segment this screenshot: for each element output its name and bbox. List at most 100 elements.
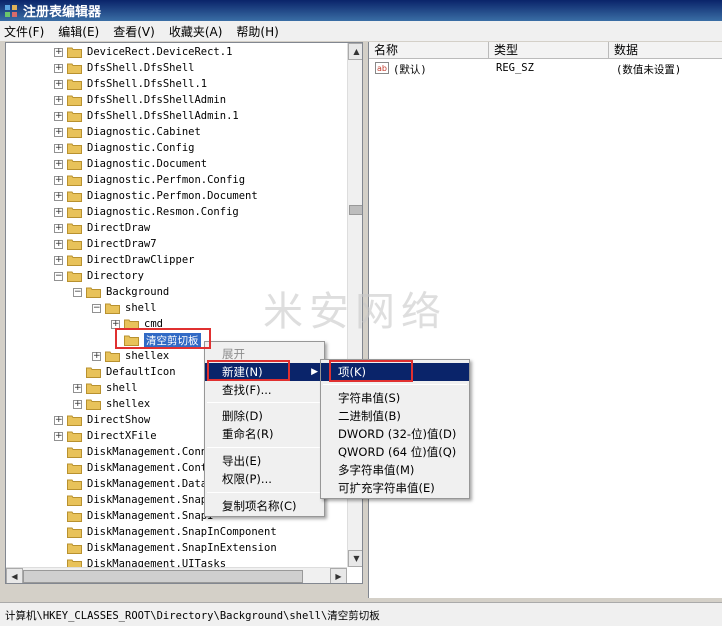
scroll-down-button[interactable]: ▼ xyxy=(348,550,362,567)
tree-node[interactable]: + DfsShell.DfsShellAdmin.1 xyxy=(54,108,239,124)
menu-favorites[interactable]: 收藏夹(A) xyxy=(169,23,223,40)
expand-icon[interactable]: + xyxy=(54,47,63,57)
horizontal-scroll-thumb[interactable] xyxy=(23,570,303,583)
column-header-data[interactable]: 数据 xyxy=(609,42,722,59)
submenu-item-dword-value[interactable]: DWORD (32-位)值(D) xyxy=(321,425,469,443)
tree-node[interactable]: + shell xyxy=(73,380,138,396)
menu-item-copy-key-name[interactable]: 复制项名称(C) xyxy=(205,497,324,515)
tree-node[interactable]: + DirectXFile xyxy=(54,428,157,444)
tree-node[interactable]: + cmd xyxy=(111,316,163,332)
expand-icon[interactable]: + xyxy=(54,239,63,249)
tree-node[interactable]: + DirectDraw xyxy=(54,220,150,236)
scroll-up-button[interactable]: ▲ xyxy=(348,43,362,60)
submenu-item-qword-value[interactable]: QWORD (64 位)值(Q) xyxy=(321,443,469,461)
folder-icon xyxy=(67,527,82,538)
tree-node[interactable]: + Diagnostic.Perfmon.Config xyxy=(54,172,245,188)
menu-item-export[interactable]: 导出(E) xyxy=(205,452,324,470)
tree-node[interactable]: DiskManagement.SnapInComponent xyxy=(54,524,277,540)
tree-node[interactable]: + DfsShell.DfsShell xyxy=(54,60,194,76)
tree-node[interactable]: + shellex xyxy=(73,396,150,412)
value-data: (数值未设置) xyxy=(616,64,682,76)
expand-icon[interactable]: + xyxy=(54,111,63,121)
expand-icon[interactable]: + xyxy=(54,175,63,185)
tree-node[interactable]: + DfsShell.DfsShell.1 xyxy=(54,76,207,92)
menu-separator xyxy=(207,447,322,448)
tree-node-label: DirectXFile xyxy=(87,430,157,442)
tree-node-label: DirectDrawClipper xyxy=(87,254,195,266)
tree-node[interactable]: − Background xyxy=(73,284,169,300)
column-header-name[interactable]: 名称 xyxy=(369,42,489,59)
submenu-item-binary-value[interactable]: 二进制值(B) xyxy=(321,407,469,425)
tree-node[interactable]: + DirectDrawClipper xyxy=(54,252,194,268)
tree-node[interactable]: + Diagnostic.Config xyxy=(54,140,194,156)
scroll-left-button[interactable]: ◀ xyxy=(6,568,23,583)
folder-icon xyxy=(67,495,82,506)
tree-node[interactable]: + Diagnostic.Resmon.Config xyxy=(54,204,239,220)
tree-node-label: DiskManagement.Data xyxy=(87,478,208,490)
folder-icon xyxy=(67,159,82,170)
expand-icon[interactable]: + xyxy=(54,207,63,217)
menu-help[interactable]: 帮助(H) xyxy=(236,23,278,40)
expand-icon[interactable]: + xyxy=(54,223,63,233)
expand-icon[interactable]: + xyxy=(54,95,63,105)
scroll-right-button[interactable]: ▶ xyxy=(330,568,347,583)
menu-item-permissions[interactable]: 权限(P)... xyxy=(205,470,324,488)
tree-node[interactable]: + DirectShow xyxy=(54,412,150,428)
tree-node-label: DiskManagement.Contr xyxy=(87,462,214,474)
expand-icon[interactable]: + xyxy=(92,351,101,361)
tree-node[interactable]: − Directory xyxy=(54,268,144,284)
tree-node[interactable]: + DeviceRect.DeviceRect.1 xyxy=(54,44,232,60)
menu-item-rename[interactable]: 重命名(R) xyxy=(205,425,324,443)
submenu-item-expandable-string-value[interactable]: 可扩充字符串值(E) xyxy=(321,479,469,497)
folder-icon xyxy=(67,207,82,218)
tree-horizontal-scrollbar[interactable]: ◀ ▶ xyxy=(6,567,347,583)
tree-node[interactable]: + DirectDraw7 xyxy=(54,236,157,252)
tree-node[interactable]: DefaultIcon xyxy=(73,364,176,380)
menu-file[interactable]: 文件(F) xyxy=(4,23,44,40)
expand-icon[interactable]: + xyxy=(54,159,63,169)
tree-node[interactable]: DiskManagement.SnapI xyxy=(54,508,213,524)
scroll-thumb[interactable] xyxy=(349,205,362,215)
tree-node[interactable]: + Diagnostic.Perfmon.Document xyxy=(54,188,258,204)
menu-edit[interactable]: 编辑(E) xyxy=(58,23,99,40)
submenu-item-key[interactable]: 项(K) xyxy=(321,363,469,381)
list-item[interactable]: ab (默认) REG_SZ (数值未设置) xyxy=(369,60,722,78)
expand-icon[interactable]: + xyxy=(54,143,63,153)
tree-node[interactable]: DiskManagement.SnapI xyxy=(54,492,213,508)
collapse-icon[interactable]: − xyxy=(73,287,82,297)
tree-node[interactable]: 清空剪切板 xyxy=(111,332,201,348)
tree-node[interactable]: DiskManagement.Contr xyxy=(54,460,213,476)
column-header-type[interactable]: 类型 xyxy=(489,42,609,59)
menu-item-new[interactable]: 新建(N) ▶ xyxy=(205,363,324,381)
tree-node[interactable]: + Diagnostic.Document xyxy=(54,156,207,172)
watermark: 米安网络 xyxy=(263,289,447,335)
menu-item-expand[interactable]: 展开 xyxy=(205,345,324,363)
expand-icon[interactable]: + xyxy=(54,63,63,73)
expand-icon[interactable]: + xyxy=(111,319,120,329)
folder-icon xyxy=(67,47,82,58)
expand-icon[interactable]: + xyxy=(54,191,63,201)
tree-node[interactable]: + shellex xyxy=(92,348,169,364)
expand-icon[interactable]: + xyxy=(54,127,63,137)
menu-item-delete[interactable]: 删除(D) xyxy=(205,407,324,425)
collapse-icon[interactable]: − xyxy=(54,271,63,281)
submenu-item-multi-string-value[interactable]: 多字符串值(M) xyxy=(321,461,469,479)
submenu-item-string-value[interactable]: 字符串值(S) xyxy=(321,389,469,407)
tree-node[interactable]: + DfsShell.DfsShellAdmin xyxy=(54,92,226,108)
tree-node[interactable]: − shell xyxy=(92,300,157,316)
expand-icon[interactable]: + xyxy=(54,255,63,265)
expand-icon[interactable]: + xyxy=(73,399,82,409)
menu-item-find[interactable]: 查找(F)... xyxy=(205,381,324,399)
expand-icon[interactable]: + xyxy=(73,383,82,393)
tree-node[interactable]: DiskManagement.Conne xyxy=(54,444,213,460)
tree-node[interactable]: DiskManagement.SnapInExtension xyxy=(54,540,277,556)
folder-icon xyxy=(67,431,82,442)
new-submenu: 项(K) 字符串值(S) 二进制值(B) DWORD (32-位)值(D) QW… xyxy=(320,359,470,499)
menu-view[interactable]: 查看(V) xyxy=(113,23,155,40)
expand-icon[interactable]: + xyxy=(54,431,63,441)
expand-icon[interactable]: + xyxy=(54,415,63,425)
collapse-icon[interactable]: − xyxy=(92,303,101,313)
tree-node[interactable]: DiskManagement.Data xyxy=(54,476,207,492)
tree-node[interactable]: + Diagnostic.Cabinet xyxy=(54,124,201,140)
expand-icon[interactable]: + xyxy=(54,79,63,89)
